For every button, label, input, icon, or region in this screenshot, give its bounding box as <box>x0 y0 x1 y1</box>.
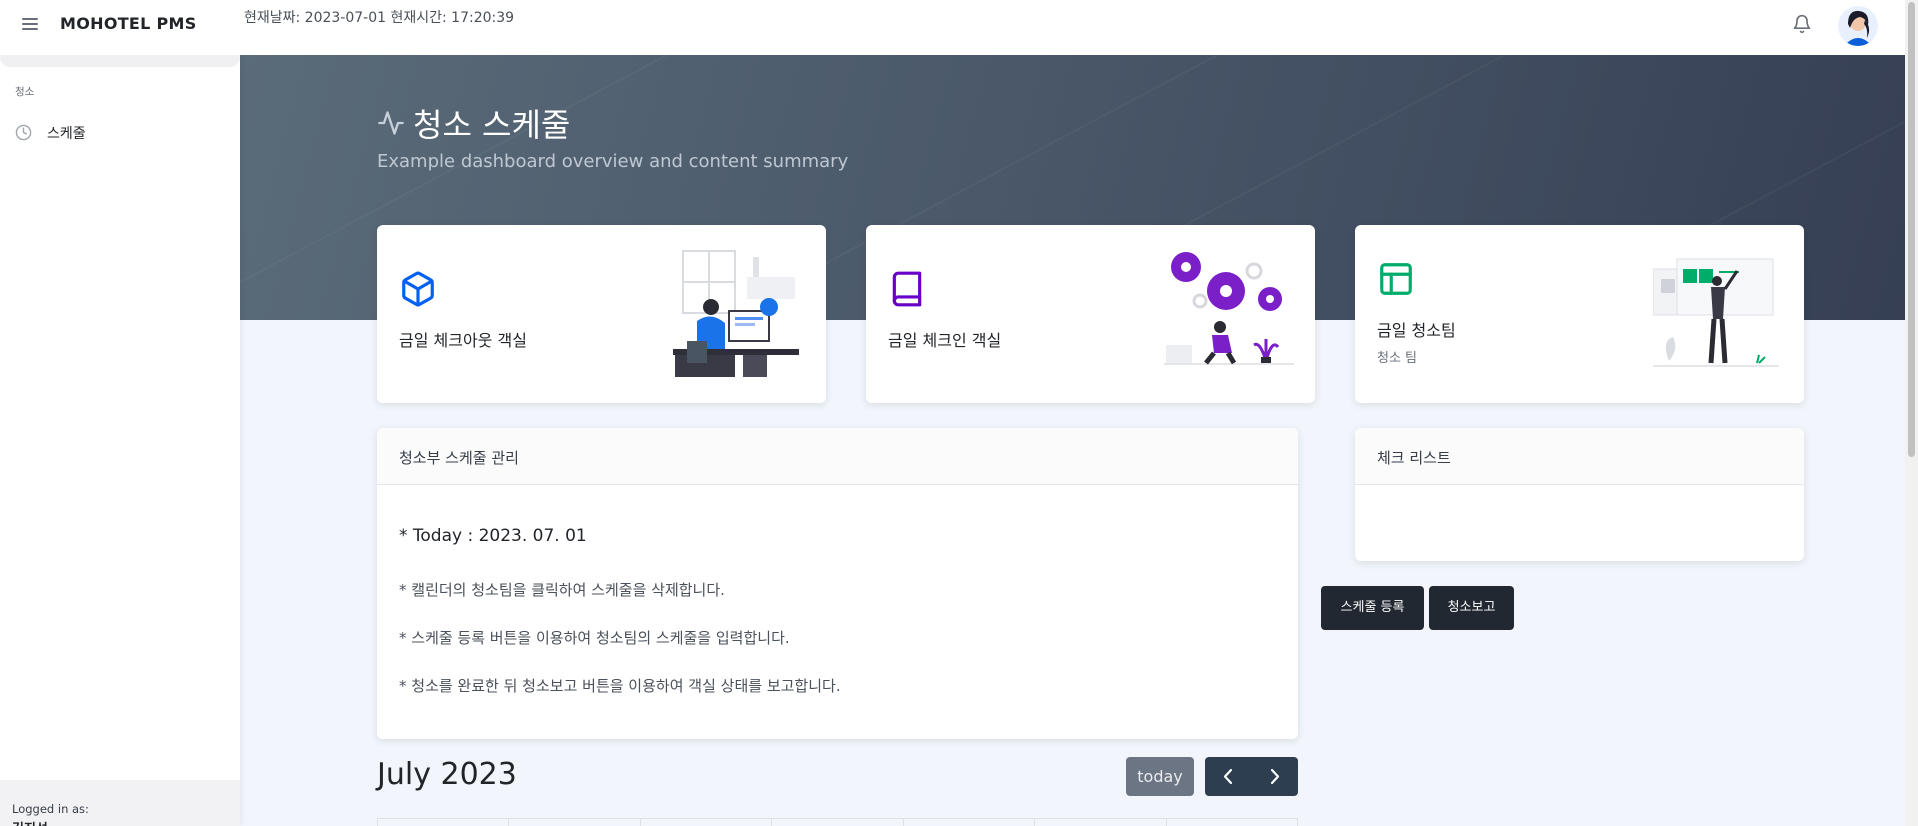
cleaning-report-button[interactable]: 청소보고 <box>1429 586 1514 630</box>
page-title-text: 청소 스케줄 <box>413 106 571 144</box>
stat-sublabel: 청소 팀 <box>1377 351 1418 366</box>
bell-icon[interactable] <box>1792 14 1812 34</box>
sidebar: 청소 스케줄 Logged in as: 김진성 <box>0 55 240 826</box>
logged-in-user: 김진성 <box>12 818 48 826</box>
activity-icon <box>378 111 404 135</box>
box-icon <box>402 271 434 307</box>
chevron-left-icon <box>1223 768 1233 785</box>
brand-logo[interactable]: MOHOTEL PMS <box>60 14 197 33</box>
today-label: * Today : 2023. 07. 01 <box>399 526 587 546</box>
card-header: 체크 리스트 <box>1355 428 1804 485</box>
page-scrollbar-thumb[interactable] <box>1908 2 1915 457</box>
page-subtitle: Example dashboard overview and content s… <box>377 151 849 172</box>
calendar-today-button[interactable]: today <box>1126 757 1194 796</box>
sidebar-item-schedule[interactable]: 스케줄 <box>0 118 240 148</box>
book-icon <box>892 271 922 307</box>
instruction-line: * 스케줄 등록 버튼을 이용하여 청소팀의 스케줄을 입력합니다. <box>399 629 790 647</box>
card-title: 체크 리스트 <box>1377 449 1451 467</box>
instruction-line: * 캘린더의 청소팀을 클릭하여 스케줄을 삭제합니다. <box>399 581 725 599</box>
cleaning-team-card[interactable]: 금일 청소팀 청소 팀 <box>1355 225 1804 403</box>
sidebar-item-label: 스케줄 <box>47 126 86 142</box>
sidebar-top-divider <box>0 55 240 67</box>
sidebar-footer: Logged in as: 김진성 <box>0 780 240 826</box>
presentation-illustration <box>1653 258 1779 367</box>
layout-icon <box>1380 263 1412 295</box>
calendar-prev-button[interactable] <box>1205 757 1251 796</box>
instruction-line: * 청소를 완료한 뒤 청소보고 버튼을 이용하여 객실 상태를 보고합니다. <box>399 677 841 695</box>
card-title: 청소부 스케줄 관리 <box>399 449 519 467</box>
logged-in-label: Logged in as: <box>12 802 89 816</box>
menu-toggle-icon[interactable] <box>22 18 38 32</box>
gears-illustration <box>1164 252 1294 365</box>
schedule-management-card: 청소부 스케줄 관리 * Today : 2023. 07. 01 * 캘린더의… <box>377 428 1298 739</box>
office-worker-illustration <box>673 250 799 377</box>
stat-label: 금일 체크인 객실 <box>888 331 1002 350</box>
stat-label: 금일 체크아웃 객실 <box>399 331 527 350</box>
checkout-rooms-card[interactable]: 금일 체크아웃 객실 <box>377 225 826 403</box>
sidebar-section-heading: 청소 <box>15 86 35 98</box>
page-title: 청소 스케줄 <box>377 100 570 146</box>
chevron-right-icon <box>1270 768 1280 785</box>
clock-icon <box>15 124 32 141</box>
stat-label: 금일 청소팀 <box>1377 321 1456 340</box>
card-header: 청소부 스케줄 관리 <box>377 428 1298 485</box>
current-datetime: 현재날짜: 2023-07-01 현재시간: 17:20:39 <box>244 10 515 26</box>
calendar-nav-group <box>1205 757 1298 796</box>
register-schedule-button[interactable]: 스케줄 등록 <box>1321 586 1424 630</box>
checklist-card: 체크 리스트 <box>1355 428 1804 561</box>
top-navbar: MOHOTEL PMS 현재날짜: 2023-07-01 현재시간: 17:20… <box>0 0 1905 55</box>
calendar-next-button[interactable] <box>1252 757 1298 796</box>
calendar-title: July 2023 <box>377 757 517 792</box>
calendar-grid <box>377 818 1298 826</box>
checkin-rooms-card[interactable]: 금일 체크인 객실 <box>866 225 1315 403</box>
user-avatar[interactable] <box>1838 6 1878 46</box>
